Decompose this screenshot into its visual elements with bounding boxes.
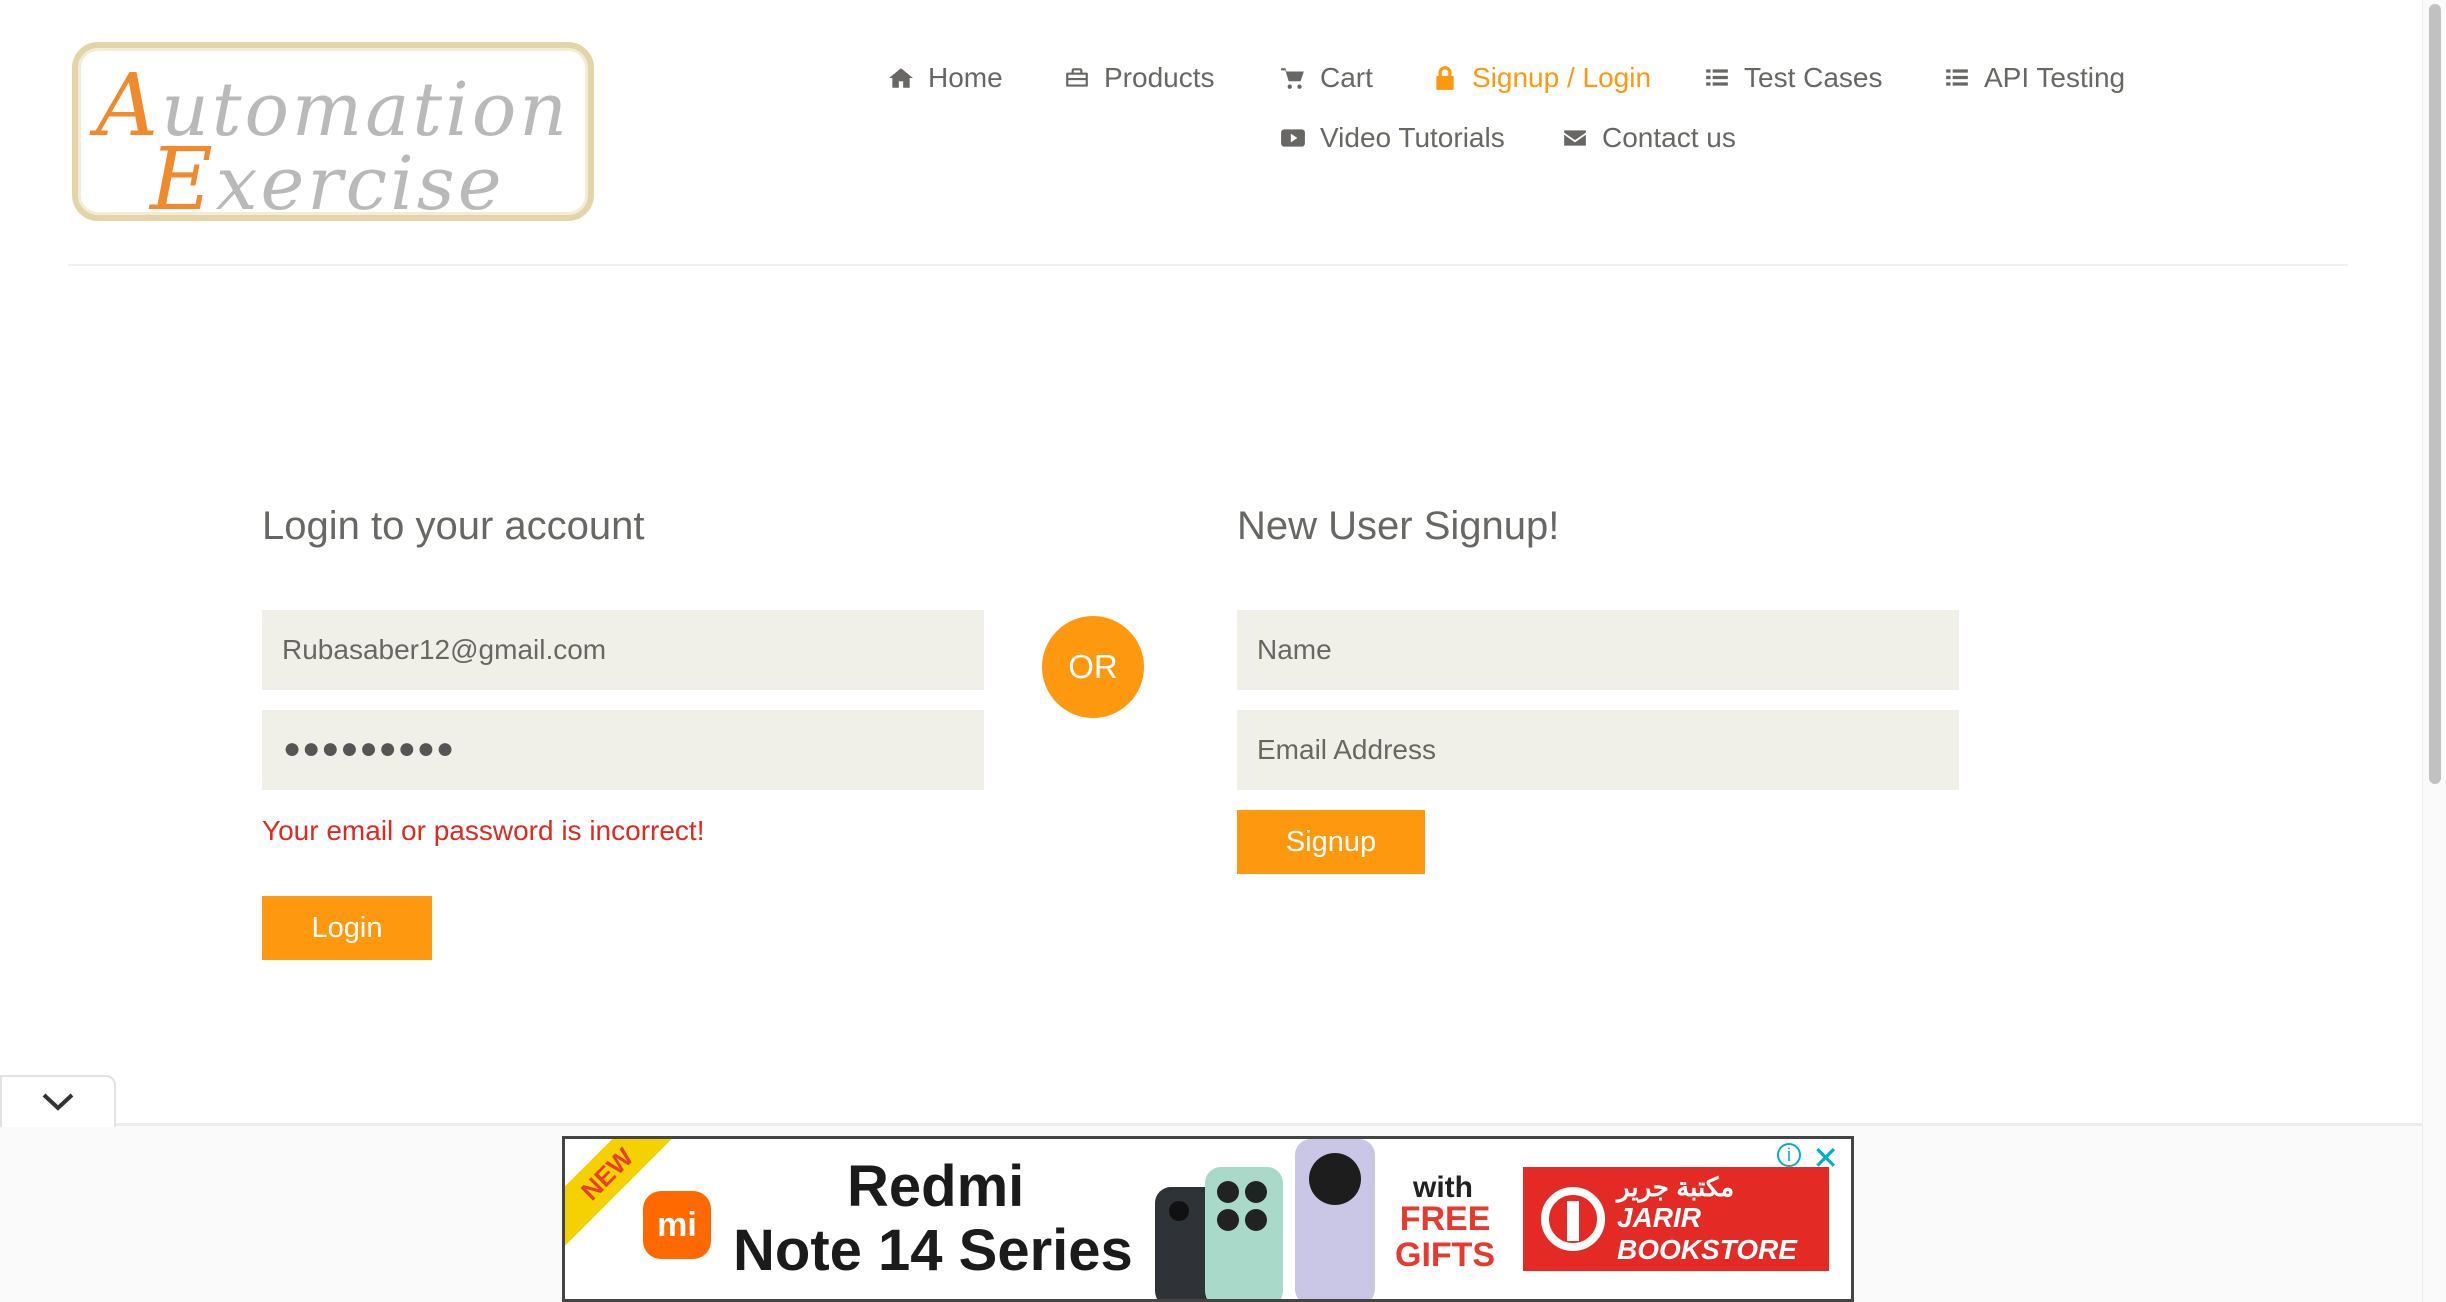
jarir-bookstore-logo: مكتبة جرير JARIR BOOKSTORE	[1523, 1167, 1829, 1271]
nav-cart[interactable]: Cart	[1280, 62, 1373, 94]
list-icon	[1706, 69, 1728, 86]
ad-headline-2: Note 14 Series	[733, 1218, 1133, 1283]
phone-image-lilac	[1295, 1139, 1375, 1299]
scrollbar-thumb[interactable]	[2429, 4, 2441, 784]
login-title: Login to your account	[262, 504, 645, 548]
logo-line-2: Exercise	[150, 130, 505, 230]
nav-products[interactable]: Products	[1064, 62, 1215, 94]
ad-headline-1: Redmi	[847, 1154, 1025, 1219]
nav-video-tutorials[interactable]: Video Tutorials	[1280, 122, 1505, 154]
login-email-input[interactable]	[262, 610, 984, 690]
signup-name-input[interactable]	[1237, 610, 1959, 690]
signup-button[interactable]: Signup	[1237, 810, 1425, 874]
jarir-emblem-icon	[1541, 1187, 1605, 1251]
or-divider: OR	[1042, 616, 1144, 718]
nav-api-testing[interactable]: API Testing	[1944, 62, 2125, 94]
nav-contact-us[interactable]: Contact us	[1562, 122, 1736, 154]
chevron-down-icon	[42, 1093, 74, 1111]
youtube-play-icon	[1281, 129, 1305, 147]
nav-signup-login[interactable]: Signup / Login	[1432, 62, 1651, 94]
signup-email-input[interactable]	[1237, 710, 1959, 790]
login-button[interactable]: Login	[262, 896, 432, 960]
briefcase-icon	[1066, 68, 1088, 87]
nav-test-cases[interactable]: Test Cases	[1704, 62, 1883, 94]
login-error-message: Your email or password is incorrect!	[262, 815, 705, 846]
ad-info-icon[interactable]: i	[1777, 1143, 1801, 1167]
home-icon	[889, 68, 913, 88]
phone-image-mint	[1205, 1167, 1283, 1299]
header-divider	[68, 264, 2348, 266]
ad-banner[interactable]: NEW mi Redmi Note 14 Series with FREE GIF…	[562, 1136, 1854, 1302]
ad-close-icon[interactable]: ✕	[1812, 1139, 1839, 1177]
site-logo[interactable]: Automation Exercise	[72, 42, 594, 230]
ad-free-gifts: FREE GIFTS	[1395, 1200, 1496, 1274]
page-scrollbar[interactable]	[2422, 0, 2446, 1302]
nav-home[interactable]: Home	[888, 62, 1003, 94]
signup-title: New User Signup!	[1237, 504, 1560, 548]
ad-collapse-tab[interactable]	[0, 1075, 116, 1127]
xiaomi-logo: mi	[643, 1191, 711, 1259]
password-mask: ●●●●●●●●●	[283, 732, 456, 765]
lock-icon	[1436, 66, 1454, 90]
list-icon	[1946, 69, 1968, 86]
cart-icon	[1281, 68, 1304, 89]
envelope-icon	[1564, 130, 1586, 146]
